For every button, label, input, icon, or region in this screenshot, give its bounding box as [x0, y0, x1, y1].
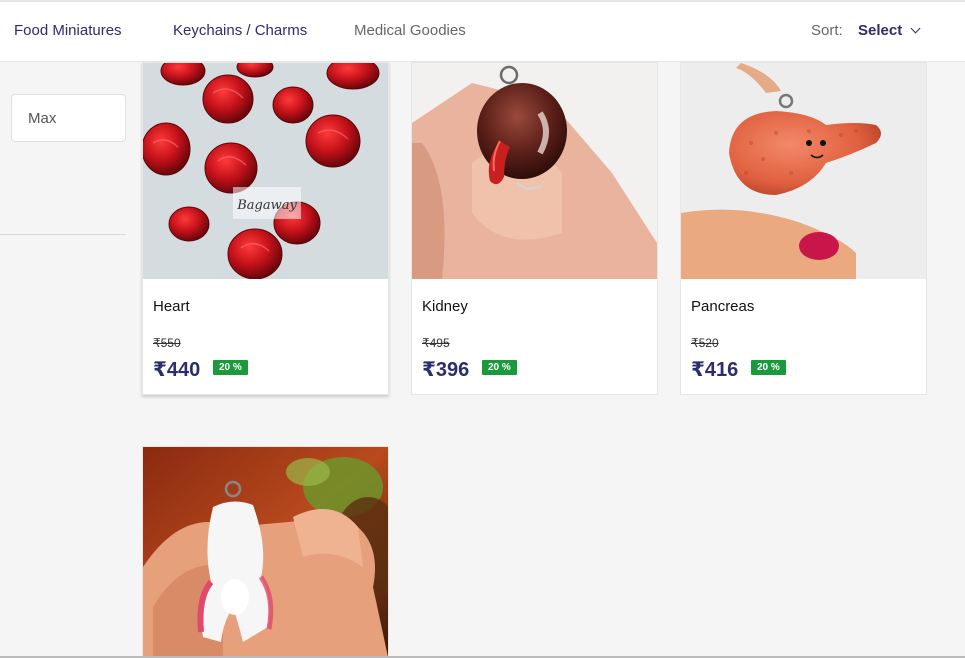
- nav-keychains-charms[interactable]: Keychains / Charms: [173, 22, 307, 39]
- sale-price: ₹440: [153, 359, 201, 381]
- nav-food-miniatures[interactable]: Food Miniatures: [14, 22, 122, 39]
- product-card-knee[interactable]: [142, 446, 389, 658]
- watermark-text: Bagaway: [236, 198, 297, 213]
- product-image-heart[interactable]: Bagaway: [143, 63, 388, 279]
- original-price: ₹495: [422, 336, 450, 350]
- sort-label: Sort:: [811, 22, 843, 39]
- sale-price: ₹416: [691, 359, 739, 381]
- product-card-kidney[interactable]: Kidney ₹495 ₹396 20 %: [411, 62, 658, 395]
- original-price: ₹550: [153, 336, 181, 350]
- knee-joint-keychain-photo: [143, 447, 388, 657]
- top-navigation-bar: Food Miniatures Keychains / Charms Medic…: [0, 0, 965, 62]
- kidney-keychain-photo: [412, 63, 657, 279]
- product-image-knee[interactable]: [143, 447, 388, 657]
- original-price: ₹520: [691, 336, 719, 350]
- product-card-heart[interactable]: Bagaway Heart ₹550 ₹440 20 %: [142, 62, 389, 395]
- product-name[interactable]: Kidney: [422, 298, 468, 315]
- nav-medical-goodies[interactable]: Medical Goodies: [354, 22, 466, 39]
- sidebar-divider: [0, 234, 126, 235]
- discount-badge: 20 %: [213, 360, 248, 375]
- product-name[interactable]: Pancreas: [691, 298, 754, 315]
- product-image-pancreas[interactable]: [681, 63, 926, 279]
- heart-charms-photo: Bagaway: [143, 63, 388, 279]
- product-image-kidney[interactable]: [412, 63, 657, 279]
- discount-badge: 20 %: [482, 360, 517, 375]
- chevron-down-icon: [910, 23, 921, 34]
- discount-badge: 20 %: [751, 360, 786, 375]
- max-price-input[interactable]: [11, 94, 126, 142]
- product-card-pancreas[interactable]: Pancreas ₹520 ₹416 20 %: [680, 62, 927, 395]
- sort-dropdown[interactable]: Select: [858, 22, 921, 39]
- sort-value: Select: [858, 22, 903, 39]
- sale-price: ₹396: [422, 359, 470, 381]
- product-name[interactable]: Heart: [153, 298, 190, 315]
- pancreas-keychain-photo: [681, 63, 926, 279]
